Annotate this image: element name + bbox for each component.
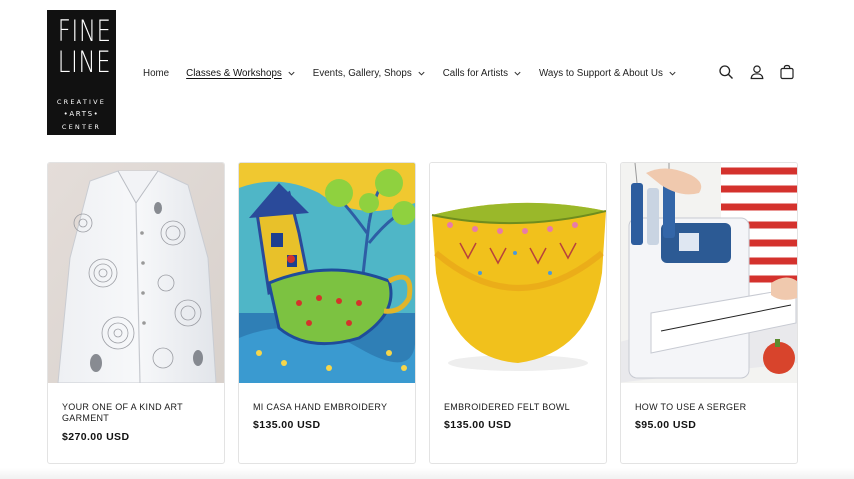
cart-icon[interactable] xyxy=(779,64,795,80)
account-icon[interactable] xyxy=(749,64,765,80)
product-card[interactable]: YOUR ONE OF A KIND ART GARMENT $270.00 U… xyxy=(47,162,225,464)
product-image[interactable] xyxy=(430,163,606,383)
product-card[interactable]: MI CASA HAND EMBROIDERY $135.00 USD xyxy=(238,162,416,464)
logo-line-arts: •ARTS• xyxy=(63,110,100,118)
product-card[interactable]: EMBROIDERED FELT BOWL $135.00 USD xyxy=(429,162,607,464)
product-title[interactable]: MI CASA HAND EMBROIDERY xyxy=(253,402,403,413)
product-image[interactable] xyxy=(239,163,415,383)
logo-line-line: LINE xyxy=(57,45,112,79)
product-title[interactable]: YOUR ONE OF A KIND ART GARMENT xyxy=(62,402,212,424)
search-icon[interactable] xyxy=(718,64,734,80)
logo-line-fine: FINE xyxy=(57,14,112,48)
nav-calls-for-artists[interactable]: Calls for Artists xyxy=(443,68,522,79)
logo-line-creative: CREATIVE xyxy=(56,98,107,106)
logo-line-center: CENTER xyxy=(61,123,102,131)
product-title[interactable]: EMBROIDERED FELT BOWL xyxy=(444,402,594,413)
product-card[interactable]: HOW TO USE A SERGER $95.00 USD xyxy=(620,162,798,464)
nav-events-gallery-shops[interactable]: Events, Gallery, Shops xyxy=(313,68,426,79)
chevron-down-icon xyxy=(669,71,676,76)
page-bottom-edge xyxy=(0,468,854,479)
chevron-down-icon xyxy=(514,71,521,76)
chevron-down-icon xyxy=(288,71,295,76)
nav-ways-to-support-label: Ways to Support & About Us xyxy=(539,67,663,79)
nav-classes-workshops-label: Classes & Workshops xyxy=(186,67,282,79)
nav-ways-to-support[interactable]: Ways to Support & About Us xyxy=(539,68,677,79)
logo[interactable]: FINE LINE CREATIVE •ARTS• CENTER xyxy=(47,10,116,135)
nav-classes-workshops[interactable]: Classes & Workshops xyxy=(186,68,296,79)
product-price: $95.00 USD xyxy=(635,419,697,431)
product-image[interactable] xyxy=(48,163,224,383)
product-price: $135.00 USD xyxy=(444,419,512,431)
main-nav: Home Classes & Workshops Events, Gallery… xyxy=(143,63,677,83)
product-price: $270.00 USD xyxy=(62,431,130,443)
product-image[interactable] xyxy=(621,163,797,383)
chevron-down-icon xyxy=(418,71,425,76)
nav-home-label: Home xyxy=(143,67,170,79)
nav-home[interactable]: Home xyxy=(143,68,169,79)
product-price: $135.00 USD xyxy=(253,419,321,431)
product-title[interactable]: HOW TO USE A SERGER xyxy=(635,402,785,413)
nav-events-gallery-shops-label: Events, Gallery, Shops xyxy=(312,67,412,79)
nav-calls-for-artists-label: Calls for Artists xyxy=(442,67,509,79)
